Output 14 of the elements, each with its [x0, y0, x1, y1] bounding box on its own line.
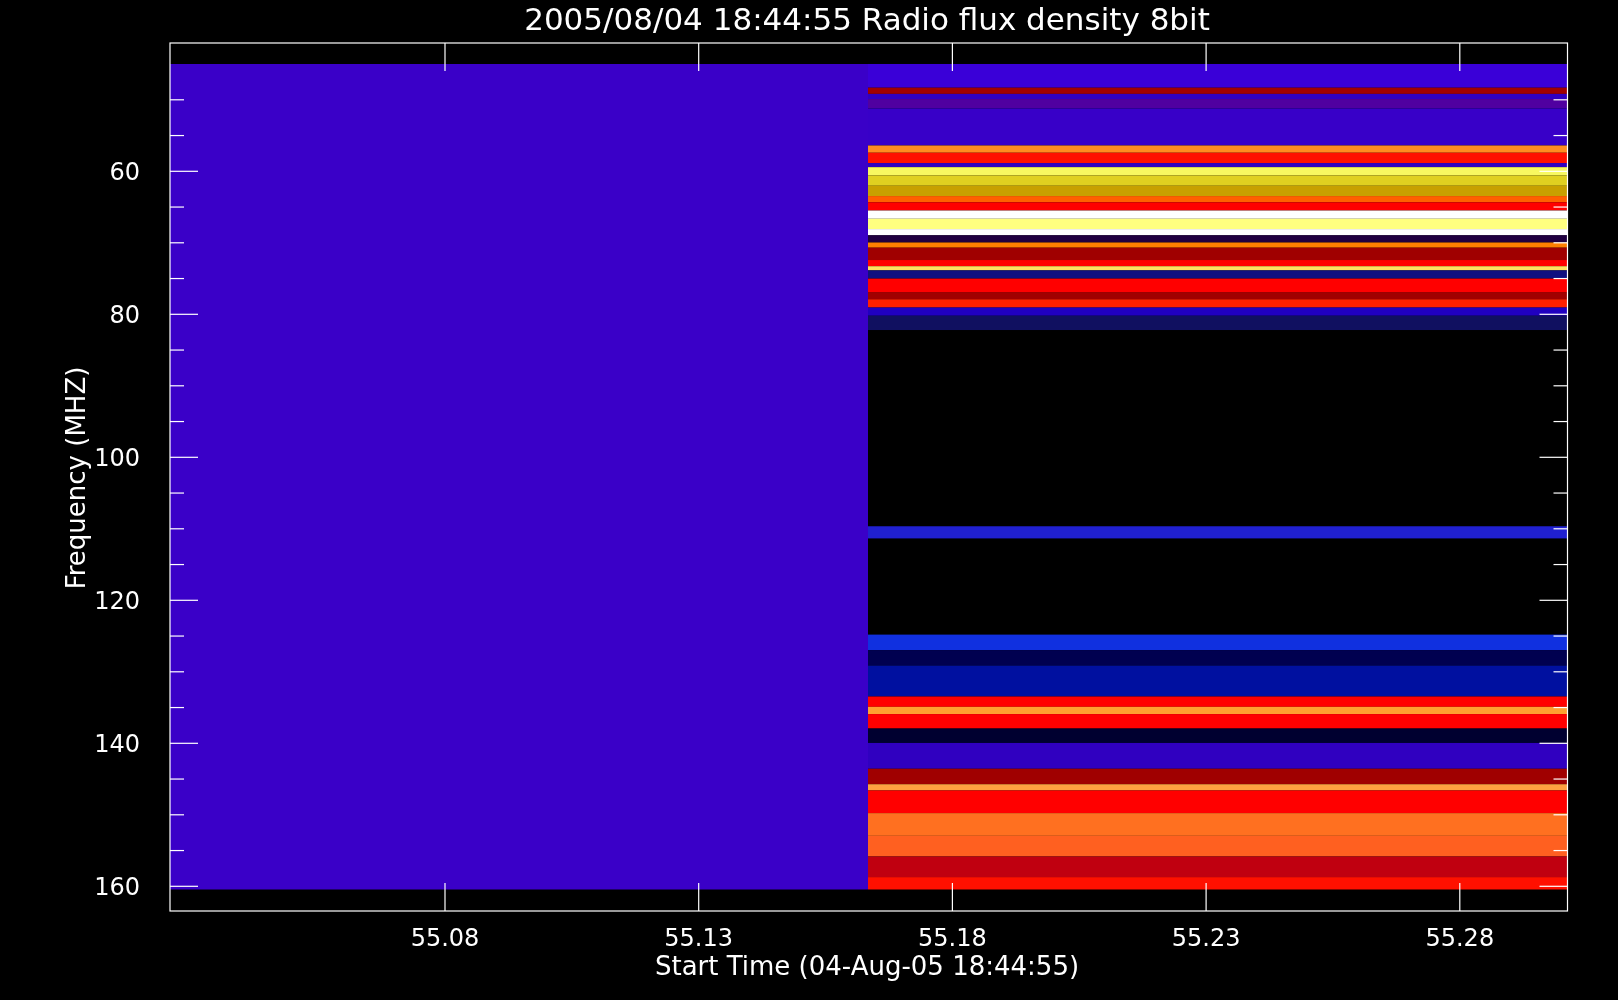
- tick-label: 55.18: [918, 924, 987, 952]
- tick-label: 55.13: [664, 924, 734, 952]
- axis-label: Start Time (04-Aug-05 18:44:55): [654, 951, 1080, 981]
- tick-label: 55.08: [410, 924, 480, 952]
- tick-label: 160: [94, 873, 140, 902]
- tick-label: 60: [109, 158, 140, 187]
- tick-label: 120: [94, 587, 140, 616]
- plot-title: 2005/08/04 18:44:55 Radio flux density 8bit: [524, 1, 1210, 37]
- tick-label: 100: [94, 444, 140, 473]
- axis-label: Frequency (MHZ): [61, 366, 91, 590]
- tick-label: 140: [94, 730, 140, 759]
- tick-label: 80: [109, 301, 140, 330]
- tick-label: 55.28: [1425, 924, 1495, 952]
- tick-label: 55.23: [1171, 924, 1241, 952]
